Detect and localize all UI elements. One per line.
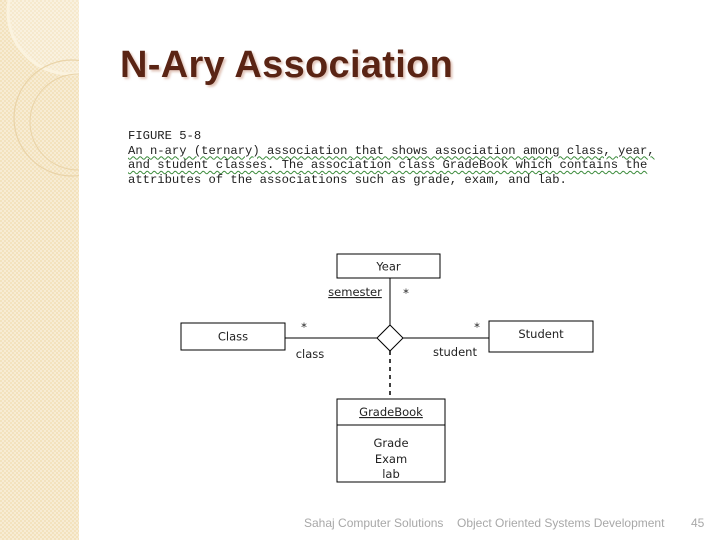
class-name-class: Class bbox=[218, 330, 248, 344]
role-label-student: student bbox=[433, 345, 477, 359]
attribute-exam: Exam bbox=[375, 452, 407, 466]
role-label-semester: semester bbox=[328, 285, 382, 299]
footer-page-number: 45 bbox=[691, 516, 705, 530]
multiplicity-class: * bbox=[301, 320, 307, 334]
footer-organization: Sahaj Computer Solutions bbox=[304, 516, 444, 530]
n-ary-association-diamond bbox=[376, 324, 404, 352]
multiplicity-student: * bbox=[474, 320, 480, 334]
class-name-year: Year bbox=[375, 260, 401, 274]
footer-course: Object Oriented Systems Development bbox=[457, 516, 665, 530]
multiplicity-year: * bbox=[403, 286, 409, 300]
class-name-student: Student bbox=[518, 327, 564, 341]
attribute-grade: Grade bbox=[373, 436, 408, 450]
association-class-name: GradeBook bbox=[359, 405, 423, 419]
attribute-lab: lab bbox=[382, 467, 400, 481]
uml-diagram: Year semester * Class * class Student * … bbox=[180, 253, 594, 483]
role-label-class: class bbox=[296, 347, 325, 361]
